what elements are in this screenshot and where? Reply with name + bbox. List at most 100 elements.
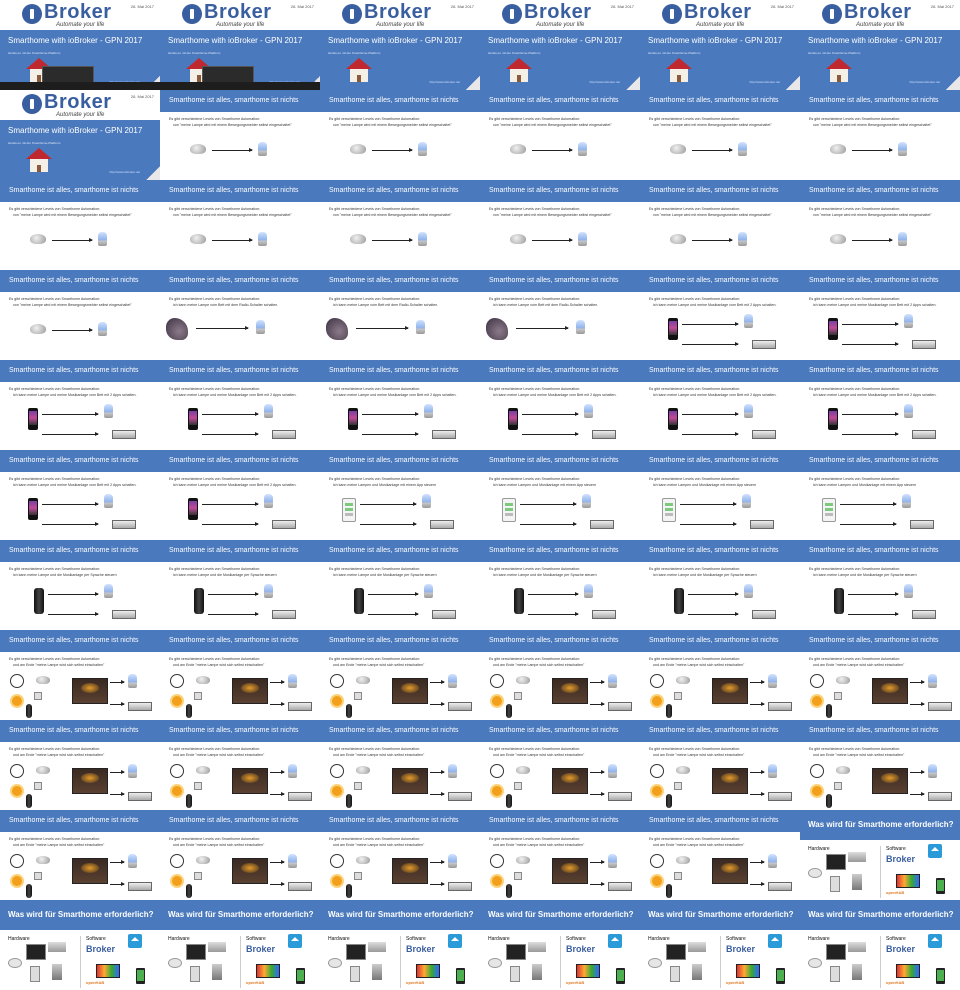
slide-thumbnail[interactable]: Smarthome ist alles, smarthome ist nicht… xyxy=(0,630,160,720)
clock-icon xyxy=(170,674,184,688)
arrow-icon xyxy=(532,238,573,242)
slide-thumbnail[interactable]: Broker Automate your life 26. Mai 2017 Smar… xyxy=(160,0,320,90)
arrow-icon xyxy=(590,680,605,684)
slide-thumbnail[interactable]: Smarthome ist alles, smarthome ist nicht… xyxy=(0,810,160,900)
slide-thumbnail[interactable]: Smarthome ist alles, smarthome ist nicht… xyxy=(480,450,640,540)
slide-thumbnail[interactable]: Smarthome ist alles, smarthome ist nicht… xyxy=(800,720,960,810)
slide-thumbnail[interactable]: Smarthome ist alles, smarthome ist nicht… xyxy=(800,270,960,360)
smartphone-icon xyxy=(28,498,38,520)
slide-thumbnail[interactable]: Smarthome ist alles, smarthome ist nicht… xyxy=(640,270,800,360)
slide-thumbnail[interactable]: Smarthome ist alles, smarthome ist nicht… xyxy=(640,720,800,810)
slide-thumbnail[interactable]: Broker Automate your life 26. Mai 2017 Smar… xyxy=(800,0,960,90)
slide-header-title: Smarthome ist alles, smarthome ist nicht… xyxy=(169,277,299,284)
slide-thumbnail[interactable]: Smarthome ist alles, smarthome ist nicht… xyxy=(480,540,640,630)
slide-thumbnail[interactable]: Smarthome ist alles, smarthome ist nicht… xyxy=(320,720,480,810)
slide-thumbnail[interactable]: Was wird für Smarthome erforderlich? Hard… xyxy=(320,900,480,990)
motion-sensor-icon xyxy=(30,324,46,334)
slide-thumbnail[interactable]: Smarthome ist alles, smarthome ist nicht… xyxy=(160,270,320,360)
slide-thumbnail[interactable]: Smarthome ist alles, smarthome ist nicht… xyxy=(800,540,960,630)
slide-thumbnail[interactable]: Smarthome ist alles, smarthome ist nicht… xyxy=(640,180,800,270)
music-system-icon xyxy=(608,702,632,711)
slide-thumbnail[interactable]: Smarthome ist alles, smarthome ist nicht… xyxy=(160,540,320,630)
slide-thumbnail[interactable]: Smarthome ist alles, smarthome ist nicht… xyxy=(0,360,160,450)
music-system-icon xyxy=(448,702,472,711)
slide-thumbnail[interactable]: Smarthome ist alles, smarthome ist nicht… xyxy=(800,90,960,180)
slide-thumbnail[interactable]: Was wird für Smarthome erforderlich? Hard… xyxy=(480,900,640,990)
slide-thumbnail[interactable]: Smarthome ist alles, smarthome ist nicht… xyxy=(640,90,800,180)
slide-thumbnail[interactable]: Smarthome ist alles, smarthome ist nicht… xyxy=(320,270,480,360)
illustration xyxy=(320,314,480,360)
arrow-icon xyxy=(110,792,125,796)
slide-thumbnail[interactable]: Broker Automate your life 26. Mai 2017 Smar… xyxy=(320,0,480,90)
slide-thumbnail[interactable]: Broker Automate your life 26. Mai 2017 Smar… xyxy=(480,0,640,90)
slide-thumbnail[interactable]: Smarthome ist alles, smarthome ist nicht… xyxy=(320,180,480,270)
slide-thumbnail[interactable]: Smarthome ist alles, smarthome ist nicht… xyxy=(640,540,800,630)
slide-thumbnail[interactable]: Smarthome ist alles, smarthome ist nicht… xyxy=(0,720,160,810)
intro-line: Es gibt verschiedene Levels von Smarthom… xyxy=(169,837,261,841)
slide-thumbnail[interactable]: Broker Automate your life 26. Mai 2017 Smar… xyxy=(0,90,160,180)
slide-thumbnail[interactable]: Smarthome ist alles, smarthome ist nicht… xyxy=(320,540,480,630)
controller-icon xyxy=(712,858,748,884)
requirements-title: Was wird für Smarthome erforderlich? xyxy=(168,910,314,919)
clock-icon xyxy=(330,764,344,778)
slide-thumbnail[interactable]: Was wird für Smarthome erforderlich? Hard… xyxy=(0,900,160,990)
slide-thumbnail[interactable]: Smarthome ist alles, smarthome ist nicht… xyxy=(0,540,160,630)
phone-app-icon xyxy=(936,968,945,984)
slide-thumbnail[interactable]: Smarthome ist alles, smarthome ist nicht… xyxy=(160,720,320,810)
slide-thumbnail[interactable]: Smarthome ist alles, smarthome ist nicht… xyxy=(320,90,480,180)
intro-line: Es gibt verschiedene Levels von Smarthom… xyxy=(169,567,261,571)
slide-thumbnail[interactable]: Was wird für Smarthome erforderlich? Hard… xyxy=(640,900,800,990)
slide-thumbnail[interactable]: Smarthome ist alles, smarthome ist nicht… xyxy=(160,450,320,540)
slide-header-title: Smarthome ist alles, smarthome ist nicht… xyxy=(329,817,459,824)
slide-thumbnail[interactable]: Smarthome ist alles, smarthome ist nicht… xyxy=(160,360,320,450)
door-shape xyxy=(197,75,201,82)
slide-thumbnail[interactable]: Smarthome ist alles, smarthome ist nicht… xyxy=(480,810,640,900)
slide-thumbnail[interactable]: Smarthome ist alles, smarthome ist nicht… xyxy=(800,180,960,270)
slide-thumbnail[interactable]: Broker Automate your life 26. Mai 2017 Smar… xyxy=(0,0,160,90)
slide-thumbnail[interactable]: Smarthome ist alles, smarthome ist nicht… xyxy=(0,180,160,270)
slide-thumbnail[interactable]: Smarthome ist alles, smarthome ist nicht… xyxy=(640,810,800,900)
arrow-icon xyxy=(270,860,285,864)
slide-thumbnail[interactable]: Smarthome ist alles, smarthome ist nicht… xyxy=(320,810,480,900)
slide-thumbnail[interactable]: Broker Automate your life 26. Mai 2017 Smar… xyxy=(640,0,800,90)
slide-thumbnail[interactable]: Smarthome ist alles, smarthome ist nicht… xyxy=(320,630,480,720)
slide-thumbnail[interactable]: Smarthome ist alles, smarthome ist nicht… xyxy=(640,360,800,450)
slide-thumbnail[interactable]: Smarthome ist alles, smarthome ist nicht… xyxy=(160,630,320,720)
slide-thumbnail[interactable]: Smarthome ist alles, smarthome ist nicht… xyxy=(480,270,640,360)
slide-title: Smarthome with ioBroker - GPN 2017 xyxy=(168,36,303,45)
logo-text: Broker xyxy=(844,1,912,23)
lamp-icon xyxy=(898,142,907,156)
slide-thumbnail[interactable]: Smarthome ist alles, smarthome ist nicht… xyxy=(800,360,960,450)
slide-thumbnail[interactable]: Smarthome ist alles, smarthome ist nicht… xyxy=(160,90,320,180)
sensor-device-icon xyxy=(354,872,362,880)
slide-header-title: Smarthome ist alles, smarthome ist nicht… xyxy=(649,817,779,824)
slide-thumbnail[interactable]: Smarthome ist alles, smarthome ist nicht… xyxy=(160,810,320,900)
software-label: Software xyxy=(406,936,426,942)
slide-thumbnail[interactable]: Smarthome ist alles, smarthome ist nicht… xyxy=(0,450,160,540)
lamp-icon xyxy=(422,494,431,508)
lamp-icon xyxy=(744,314,753,328)
slide-thumbnail[interactable]: Smarthome ist alles, smarthome ist nicht… xyxy=(640,450,800,540)
slide-header-title: Smarthome ist alles, smarthome ist nicht… xyxy=(329,277,459,284)
slide-thumbnail[interactable]: Smarthome ist alles, smarthome ist nicht… xyxy=(320,360,480,450)
slide-thumbnail[interactable]: Smarthome ist alles, smarthome ist nicht… xyxy=(160,180,320,270)
house-icon xyxy=(826,58,852,84)
openhab-logo-text: openHAB xyxy=(86,980,105,985)
slide-thumbnail[interactable]: Smarthome ist alles, smarthome ist nicht… xyxy=(800,450,960,540)
slide-thumbnail[interactable]: Was wird für Smarthome erforderlich? Hard… xyxy=(800,900,960,990)
slide-header-title: Smarthome ist alles, smarthome ist nicht… xyxy=(169,727,299,734)
slide-thumbnail[interactable]: Smarthome ist alles, smarthome ist nicht… xyxy=(480,630,640,720)
slide-thumbnail[interactable]: Smarthome ist alles, smarthome ist nicht… xyxy=(480,720,640,810)
slide-thumbnail[interactable]: Smarthome ist alles, smarthome ist nicht… xyxy=(480,360,640,450)
logo-tagline: Automate your life xyxy=(376,22,425,28)
slide-thumbnail[interactable]: Was wird für Smarthome erforderlich? Hard… xyxy=(160,900,320,990)
slide-thumbnail[interactable]: Smarthome ist alles, smarthome ist nicht… xyxy=(480,90,640,180)
slide-thumbnail[interactable]: Smarthome ist alles, smarthome ist nicht… xyxy=(640,630,800,720)
lamp-icon xyxy=(578,232,587,246)
slide-thumbnail[interactable]: Smarthome ist alles, smarthome ist nicht… xyxy=(0,270,160,360)
slide-thumbnail[interactable]: Was wird für Smarthome erforderlich? Hard… xyxy=(800,810,960,900)
lamp-icon xyxy=(288,854,297,868)
slide-thumbnail[interactable]: Smarthome ist alles, smarthome ist nicht… xyxy=(800,630,960,720)
slide-thumbnail[interactable]: Smarthome ist alles, smarthome ist nicht… xyxy=(480,180,640,270)
slide-thumbnail[interactable]: Smarthome ist alles, smarthome ist nicht… xyxy=(320,450,480,540)
